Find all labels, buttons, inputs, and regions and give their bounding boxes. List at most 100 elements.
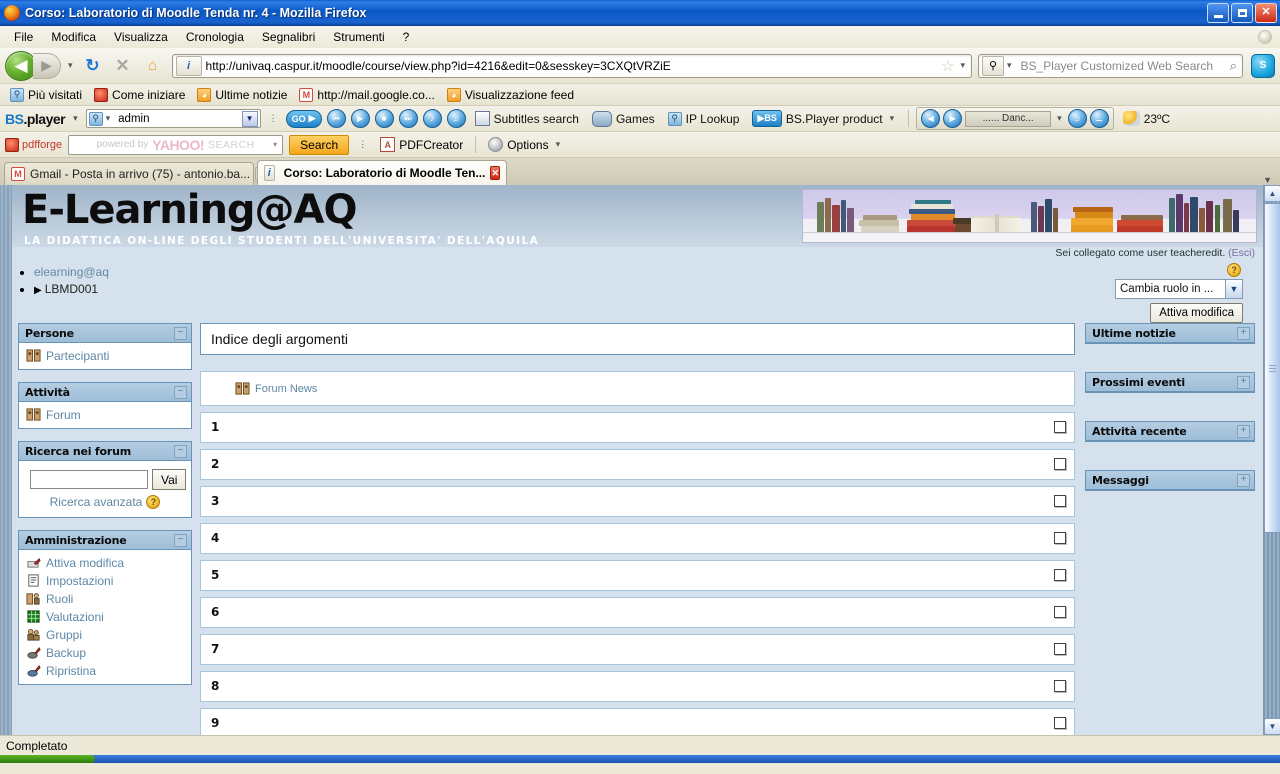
bookmark-star-icon[interactable]: ☆: [938, 57, 957, 75]
stop-button[interactable]: ■: [374, 109, 394, 128]
tab-moodle-course[interactable]: i Corso: Laboratorio di Moodle Ten... ✕: [257, 160, 507, 185]
forward-button[interactable]: ▶: [33, 52, 61, 79]
volume-down-button[interactable]: ⚊: [1089, 109, 1109, 128]
role-switch-select[interactable]: Cambia ruolo in ... ▼: [1115, 279, 1243, 299]
audio-next-button[interactable]: ♫: [446, 109, 466, 128]
link-partecipanti[interactable]: Partecipanti: [24, 347, 186, 365]
search-engine-dropdown-icon[interactable]: ▾: [1004, 60, 1015, 71]
link-label[interactable]: Forum: [46, 408, 81, 422]
play-button[interactable]: ▶: [350, 109, 370, 128]
forum-search-input[interactable]: [30, 470, 148, 489]
bsplayer-search-combo[interactable]: ⚲ ▾ admin ▼: [85, 109, 261, 128]
volume-up-button[interactable]: ♫: [1067, 109, 1087, 128]
block-expand-icon[interactable]: +: [1237, 473, 1250, 487]
media-mini-player[interactable]: ◀ ▶ ...... Danc... ▾ ♫ ⚊: [916, 107, 1114, 130]
turn-editing-on-button[interactable]: Attiva modifica: [1150, 303, 1243, 323]
news-forum-link[interactable]: Forum News: [255, 383, 317, 395]
help-icon[interactable]: ?: [146, 495, 161, 509]
chevron-down-icon[interactable]: ▼: [1225, 280, 1242, 298]
tab-close-icon[interactable]: ✕: [490, 166, 500, 180]
block-collapse-icon[interactable]: −: [174, 385, 187, 399]
menu-cronologia[interactable]: Cronologia: [178, 28, 252, 46]
section-highlight-checkbox[interactable]: [1054, 606, 1066, 618]
block-expand-icon[interactable]: +: [1237, 326, 1250, 340]
urlbar-dropdown-icon[interactable]: ▾: [957, 60, 968, 71]
close-button[interactable]: ✕: [1255, 2, 1277, 23]
options-item[interactable]: Options ▾: [484, 136, 567, 153]
skype-icon[interactable]: S: [1251, 53, 1275, 78]
admin-link-attiva-modifica[interactable]: Attiva modifica: [24, 554, 186, 572]
section-highlight-checkbox[interactable]: [1054, 495, 1066, 507]
admin-link-ruoli[interactable]: Ruoli: [24, 590, 186, 608]
chevron-down-icon[interactable]: ▾: [553, 139, 564, 150]
scroll-down-button[interactable]: ▼: [1264, 718, 1280, 735]
link-label[interactable]: Valutazioni: [46, 610, 104, 624]
link-label[interactable]: Ruoli: [46, 592, 73, 606]
tab-list-dropdown[interactable]: ▼: [1263, 175, 1276, 185]
home-button[interactable]: ⌂: [140, 53, 166, 79]
menu-segnalibri[interactable]: Segnalibri: [254, 28, 323, 46]
section-highlight-checkbox[interactable]: [1054, 643, 1066, 655]
weather-item[interactable]: 23ºC: [1119, 110, 1174, 127]
chevron-down-icon[interactable]: ▾: [887, 113, 898, 124]
bookmark-come-iniziare[interactable]: Come iniziare: [90, 87, 189, 103]
chevron-down-icon[interactable]: ▾: [273, 140, 277, 149]
menu-file[interactable]: File: [6, 28, 41, 46]
menu-visualizza[interactable]: Visualizza: [106, 28, 176, 46]
scrollbar-thumb[interactable]: [1264, 203, 1280, 533]
bsplayer-menu-icon[interactable]: ▾: [70, 113, 81, 124]
menu-modifica[interactable]: Modifica: [43, 28, 104, 46]
media-dropdown-icon[interactable]: ▾: [1054, 113, 1065, 124]
menu-help[interactable]: ?: [395, 28, 418, 46]
section-highlight-checkbox[interactable]: [1054, 717, 1066, 729]
prev-button[interactable]: ⏮: [326, 109, 346, 128]
link-label[interactable]: Partecipanti: [46, 349, 109, 363]
tab-gmail[interactable]: M Gmail - Posta in arrivo (75) - antonio…: [4, 162, 265, 185]
search-input[interactable]: BS_Player Customized Web Search: [1015, 59, 1230, 73]
audio-prev-button[interactable]: ♪: [422, 109, 442, 128]
section-highlight-checkbox[interactable]: [1054, 532, 1066, 544]
block-expand-icon[interactable]: +: [1237, 375, 1250, 389]
block-collapse-icon[interactable]: −: [174, 326, 187, 340]
games-item[interactable]: Games: [588, 110, 659, 128]
admin-link-ripristina[interactable]: Ripristina: [24, 662, 186, 680]
link-label[interactable]: Impostazioni: [46, 574, 113, 588]
address-bar[interactable]: i http://univaq.caspur.it/moodle/course/…: [171, 53, 972, 78]
scroll-up-button[interactable]: ▲: [1264, 185, 1280, 202]
chevron-down-icon[interactable]: ▼: [241, 110, 258, 127]
block-collapse-icon[interactable]: −: [174, 444, 187, 458]
breadcrumb-link[interactable]: elearning@aq: [34, 265, 109, 279]
reload-button[interactable]: ↻: [80, 53, 106, 79]
logout-link[interactable]: (Esci): [1228, 247, 1255, 259]
block-collapse-icon[interactable]: −: [174, 533, 187, 547]
admin-link-impostazioni[interactable]: Impostazioni: [24, 572, 186, 590]
media-prev-button[interactable]: ◀: [921, 109, 941, 128]
media-play-button[interactable]: ▶: [943, 109, 963, 128]
admin-link-gruppi[interactable]: Gruppi: [24, 626, 186, 644]
search-bar[interactable]: ⚲ ▾ BS_Player Customized Web Search ⌕: [978, 53, 1243, 78]
advanced-search-link[interactable]: Ricerca avanzata: [50, 495, 143, 509]
menu-strumenti[interactable]: Strumenti: [325, 28, 392, 46]
link-label[interactable]: Attiva modifica: [46, 556, 124, 570]
minimize-button[interactable]: [1207, 2, 1229, 23]
help-icon[interactable]: ?: [1227, 263, 1241, 277]
search-engine-icon[interactable]: ⚲: [982, 55, 1004, 76]
maximize-button[interactable]: [1231, 2, 1253, 23]
stop-button[interactable]: ✕: [110, 53, 136, 79]
page-vertical-scrollbar[interactable]: ▲ ▼: [1263, 185, 1280, 735]
search-button[interactable]: Search: [289, 134, 350, 155]
admin-link-valutazioni[interactable]: Valutazioni: [24, 608, 186, 626]
admin-link-backup[interactable]: Backup: [24, 644, 186, 662]
section-highlight-checkbox[interactable]: [1054, 421, 1066, 433]
section-highlight-checkbox[interactable]: [1054, 680, 1066, 692]
forum-search-go-button[interactable]: Vai: [152, 469, 187, 490]
yahoo-search-input[interactable]: powered by YAHOO! SEARCH ▾: [68, 134, 284, 155]
history-dropdown-button[interactable]: ▾: [65, 60, 76, 71]
bookmark-ultime-notizie[interactable]: ◕ Ultime notizie: [193, 87, 291, 103]
bookmark-gmail[interactable]: M http://mail.google.co...: [295, 87, 438, 103]
combo-dropdown-icon[interactable]: ▾: [103, 113, 114, 124]
news-forum-item[interactable]: Forum News: [235, 381, 317, 396]
ip-lookup-item[interactable]: ⚲ IP Lookup: [664, 111, 744, 127]
identity-icon[interactable]: i: [175, 55, 202, 76]
block-expand-icon[interactable]: +: [1237, 424, 1250, 438]
